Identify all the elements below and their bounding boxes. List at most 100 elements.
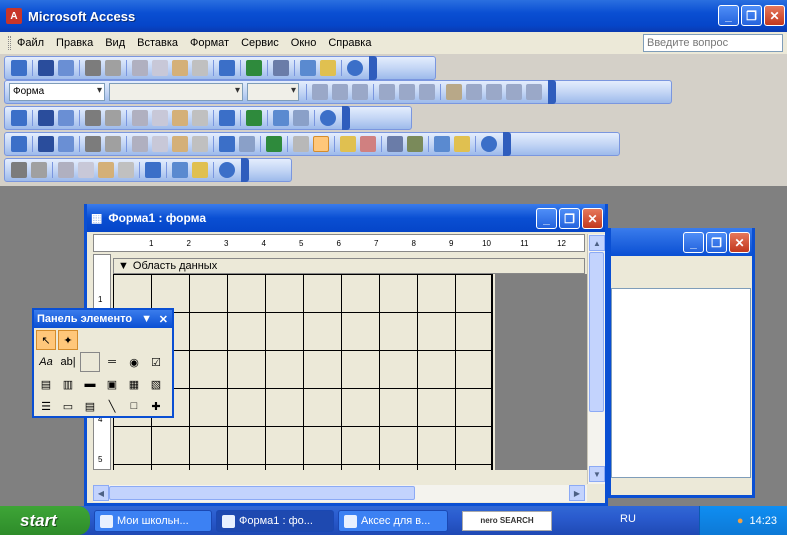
wizard-icon[interactable]: ✦ <box>58 330 78 350</box>
paste-icon-4[interactable] <box>98 162 114 178</box>
menu-tools[interactable]: Сервис <box>241 37 279 49</box>
taskbar-item-access[interactable]: Аксес для в... <box>338 509 448 532</box>
hyperlink-icon-2[interactable] <box>246 110 262 126</box>
preview-icon-2[interactable] <box>105 110 121 126</box>
rectangle-tool-icon[interactable]: □ <box>124 396 144 416</box>
italic-icon[interactable] <box>332 84 348 100</box>
help-icon-2[interactable] <box>320 110 336 126</box>
horizontal-scrollbar[interactable]: ◀ ▶ <box>93 485 587 502</box>
taskbar-item-school[interactable]: Мои школьн... <box>94 509 212 532</box>
code-icon[interactable] <box>360 136 376 152</box>
new-object-icon[interactable] <box>320 60 336 76</box>
save-icon[interactable] <box>38 60 54 76</box>
menu-window[interactable]: Окно <box>291 37 317 49</box>
background-window[interactable]: _ ❐ ✕ <box>608 228 755 498</box>
copy-icon[interactable] <box>152 60 168 76</box>
font-size-combo[interactable] <box>247 83 299 101</box>
undo-icon-2[interactable] <box>219 110 235 126</box>
subform-icon[interactable]: ▤ <box>80 396 100 416</box>
format-painter-icon-4[interactable] <box>118 162 134 178</box>
cut-icon-4[interactable] <box>58 162 74 178</box>
special-effect-icon[interactable] <box>526 84 542 100</box>
align-right-icon[interactable] <box>419 84 435 100</box>
paste-icon[interactable] <box>172 60 188 76</box>
copy-icon-2[interactable] <box>152 110 168 126</box>
database-window-icon[interactable] <box>434 136 450 152</box>
cut-icon[interactable] <box>132 60 148 76</box>
toolbar-full-options-icon[interactable] <box>503 132 511 156</box>
restore-button[interactable]: ❐ <box>741 5 762 26</box>
tray-icon[interactable]: ● <box>737 515 744 527</box>
autoformat-icon[interactable] <box>340 136 356 152</box>
print-icon-3[interactable] <box>85 136 101 152</box>
line-tool-icon[interactable]: ╲ <box>102 396 122 416</box>
print-icon[interactable] <box>85 60 101 76</box>
bold-icon[interactable] <box>312 84 328 100</box>
format-painter-icon-3[interactable] <box>192 136 208 152</box>
preview-icon[interactable] <box>105 60 121 76</box>
controls-toolbox[interactable]: Панель элементо ▼ ✕ ↖ ✦ Aa ab| ═ ◉ ☑ ▤ ▥… <box>32 308 174 418</box>
background-window-titlebar[interactable]: _ ❐ ✕ <box>611 228 752 256</box>
menu-view[interactable]: Вид <box>105 37 125 49</box>
font-color-icon[interactable] <box>466 84 482 100</box>
search-file-icon[interactable] <box>58 60 74 76</box>
cut-icon-3[interactable] <box>132 136 148 152</box>
menu-insert[interactable]: Вставка <box>137 37 178 49</box>
align-left-icon[interactable] <box>379 84 395 100</box>
relations-icon-2[interactable] <box>273 110 289 126</box>
preview-icon-4[interactable] <box>31 162 47 178</box>
properties-icon[interactable] <box>273 60 289 76</box>
properties-icon-3[interactable] <box>387 136 403 152</box>
align-center-icon[interactable] <box>399 84 415 100</box>
menu-help[interactable]: Справка <box>328 37 371 49</box>
command-button-icon[interactable]: ▬ <box>80 374 100 394</box>
new-object-icon-4[interactable] <box>192 162 208 178</box>
vscroll-thumb[interactable] <box>589 252 604 412</box>
bound-frame-icon[interactable]: ▧ <box>146 374 166 394</box>
save-icon-2[interactable] <box>38 110 54 126</box>
bg-minimize-button[interactable]: _ <box>683 232 704 253</box>
label-tool-icon[interactable]: Aa <box>36 352 56 372</box>
font-combo[interactable] <box>109 83 243 101</box>
minimize-button[interactable]: _ <box>718 5 739 26</box>
paste-icon-2[interactable] <box>172 110 188 126</box>
toolbox-menu-icon[interactable]: ▼ <box>141 313 152 325</box>
paste-icon-3[interactable] <box>172 136 188 152</box>
close-button[interactable]: ✕ <box>764 5 785 26</box>
line-color-icon[interactable] <box>486 84 502 100</box>
relations-icon[interactable] <box>300 60 316 76</box>
toggle-button-icon[interactable]: ═ <box>102 352 122 372</box>
hyperlink-icon-3[interactable] <box>266 136 282 152</box>
start-button[interactable]: start <box>0 506 90 535</box>
copy-icon-3[interactable] <box>152 136 168 152</box>
toolbar-print-options-icon[interactable] <box>241 158 249 182</box>
taskbar-item-form[interactable]: Форма1 : фо... <box>216 509 334 532</box>
image-icon[interactable]: ▣ <box>102 374 122 394</box>
search-file-icon-2[interactable] <box>58 110 74 126</box>
toolbox-close-icon[interactable]: ✕ <box>159 313 168 326</box>
menu-grip[interactable] <box>8 36 11 50</box>
listbox-icon[interactable]: ▥ <box>58 374 78 394</box>
new-object-icon-3[interactable] <box>454 136 470 152</box>
print-icon-2[interactable] <box>85 110 101 126</box>
save-icon-3[interactable] <box>38 136 54 152</box>
scroll-up-icon[interactable]: ▲ <box>589 235 605 251</box>
page-break-icon[interactable]: ☰ <box>36 396 56 416</box>
bg-close-button[interactable]: ✕ <box>729 232 750 253</box>
scroll-right-icon[interactable]: ▶ <box>569 485 585 501</box>
menu-edit[interactable]: Правка <box>56 37 93 49</box>
unbound-frame-icon[interactable]: ▦ <box>124 374 144 394</box>
select-pointer-icon[interactable]: ↖ <box>36 330 56 350</box>
option-group-icon[interactable] <box>80 352 100 372</box>
scroll-down-icon[interactable]: ▼ <box>589 466 605 482</box>
language-indicator[interactable]: RU <box>620 513 636 525</box>
view-icon[interactable] <box>11 60 27 76</box>
field-list-icon[interactable] <box>293 136 309 152</box>
undo-icon[interactable] <box>219 60 235 76</box>
menu-format[interactable]: Формат <box>190 37 229 49</box>
nero-search-box[interactable]: nero SEARCH <box>462 510 552 531</box>
border-icon[interactable] <box>506 84 522 100</box>
bg-restore-button[interactable]: ❐ <box>706 232 727 253</box>
scroll-left-icon[interactable]: ◀ <box>93 485 109 501</box>
relations-icon-4[interactable] <box>172 162 188 178</box>
